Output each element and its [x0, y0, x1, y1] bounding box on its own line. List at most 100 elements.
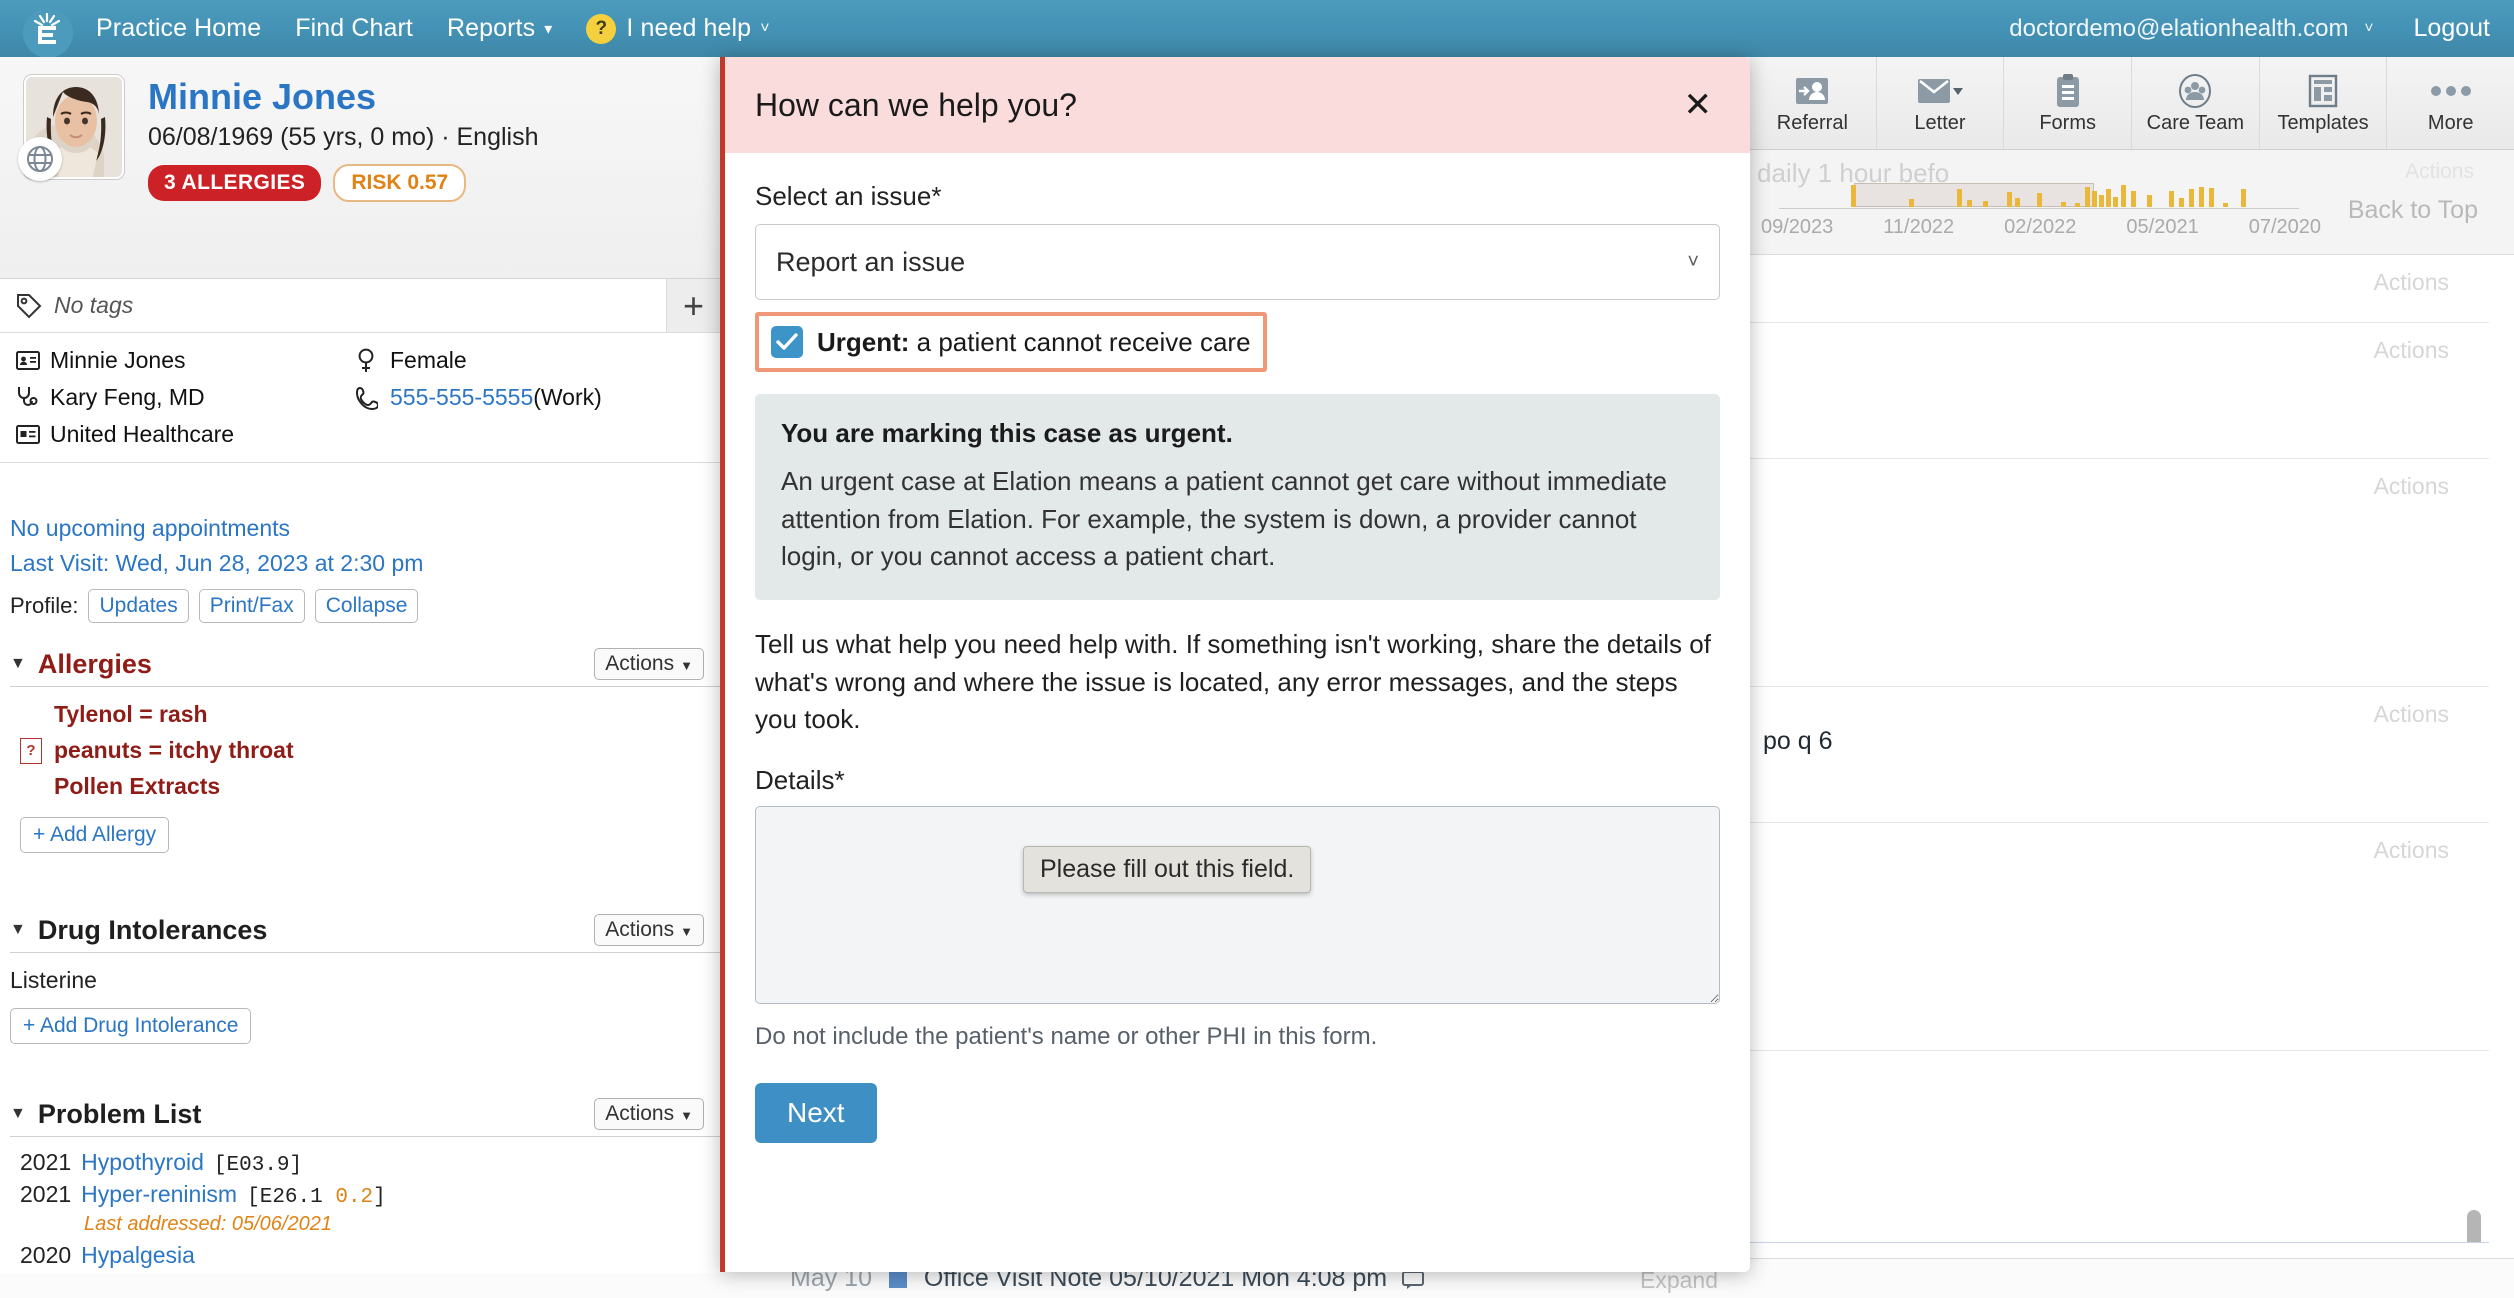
urgent-notice-text: An urgent case at Elation means a patien…: [781, 463, 1694, 576]
urgent-checkbox-row[interactable]: Urgent: a patient cannot receive care: [755, 312, 1267, 372]
timeline-tick: 05/2021: [2126, 216, 2198, 239]
caret-down-icon: ▼: [680, 1108, 693, 1123]
add-drug-intolerance-button[interactable]: + Add Drug Intolerance: [10, 1008, 251, 1044]
row-actions-label[interactable]: Actions: [2374, 837, 2449, 864]
help-modal: How can we help you? ✕ Select an issue* …: [720, 57, 1750, 1272]
problem-name[interactable]: Hypalgesia: [81, 1242, 195, 1269]
demographic-value: Female: [390, 347, 467, 374]
chart-note-row[interactable]: Actions: [1749, 323, 2489, 459]
drug-intolerances-list: Listerine + Add Drug Intolerance: [10, 953, 720, 1044]
demographics-row: Kary Feng, MD 555-555-5555 (Work): [16, 384, 720, 411]
question-mark-icon: ?: [586, 14, 616, 44]
toolbar-item-templates[interactable]: Templates: [2259, 57, 2387, 149]
nav-link-practice-home[interactable]: Practice Home: [96, 14, 261, 43]
drug-intolerances-actions-button[interactable]: Actions▼: [594, 914, 704, 946]
logout-link[interactable]: Logout: [2414, 14, 2490, 43]
caret-down-icon: ▼: [680, 924, 693, 939]
toolbar-item-more[interactable]: More: [2386, 57, 2514, 149]
patient-info: Minnie Jones 06/08/1969 (55 yrs, 0 mo) ·…: [148, 75, 538, 278]
account-menu[interactable]: doctordemo@elationhealth.com ˅: [2009, 15, 2373, 43]
demographics-row: United Healthcare: [16, 421, 720, 448]
demographic-phone-link[interactable]: 555-555-5555: [390, 384, 533, 411]
no-upcoming-appointments[interactable]: No upcoming appointments: [10, 515, 720, 542]
row-actions-label[interactable]: Actions: [2374, 337, 2449, 364]
chevron-down-icon: ˅: [760, 20, 769, 38]
drug-intolerance-item[interactable]: Listerine: [10, 967, 720, 994]
drug-intolerances-header: ▼ Drug Intolerances Actions▼: [10, 914, 720, 953]
help-modal-header: How can we help you? ✕: [725, 57, 1750, 153]
chart-note-row[interactable]: Actions: [1749, 459, 2489, 687]
toolbar-item-care-team[interactable]: Care Team: [2131, 57, 2259, 149]
problem-row[interactable]: 2021 Hyper-reninism [E26.1 0.2]: [20, 1181, 720, 1209]
problem-list-actions-button[interactable]: Actions▼: [594, 1098, 704, 1130]
profile-printfax-button[interactable]: Print/Fax: [199, 589, 305, 623]
toolbar-item-letter[interactable]: Letter: [1876, 57, 2004, 149]
problem-row[interactable]: 2021 Hypothyroid [E03.9]: [20, 1149, 720, 1177]
application-root: Referral Letter Forms Care Team Template…: [0, 0, 2514, 1298]
allergies-actions-button[interactable]: Actions▼: [594, 648, 704, 680]
faint-actions-label: Actions: [2405, 160, 2474, 184]
details-input[interactable]: [755, 806, 1720, 1004]
allergy-item[interactable]: ? peanuts = itchy throat: [20, 737, 720, 764]
allergy-item[interactable]: Pollen Extracts: [20, 773, 720, 800]
risk-badge[interactable]: RISK 0.57: [333, 164, 466, 202]
chevron-down-icon[interactable]: ▼: [10, 1105, 26, 1123]
allergies-badge[interactable]: 3 ALLERGIES: [148, 165, 321, 201]
urgent-checkbox[interactable]: [771, 326, 803, 358]
add-tag-button[interactable]: +: [666, 279, 720, 332]
patient-badges: 3 ALLERGIES RISK 0.57: [148, 164, 538, 202]
row-actions-label[interactable]: Actions: [2374, 269, 2449, 296]
nav-link-i-need-help[interactable]: ? I need help ˅: [586, 14, 769, 44]
allergy-item[interactable]: Tylenol = rash: [20, 701, 720, 728]
patient-name[interactable]: Minnie Jones: [148, 77, 538, 117]
nav-link-find-chart[interactable]: Find Chart: [295, 14, 413, 43]
insurance-card-icon: [16, 425, 50, 444]
stethoscope-icon: [16, 385, 50, 411]
toolbar-item-forms[interactable]: Forms: [2003, 57, 2131, 149]
issue-select-value: Report an issue: [776, 247, 965, 278]
issue-select[interactable]: Report an issue ˅: [755, 224, 1720, 300]
close-icon[interactable]: ✕: [1676, 82, 1721, 128]
problem-name[interactable]: Hypothyroid: [81, 1149, 204, 1176]
chevron-down-icon[interactable]: ▼: [10, 921, 26, 939]
help-instructions-text: Tell us what help you need help with. If…: [755, 626, 1720, 739]
brand-logo[interactable]: [0, 4, 96, 54]
no-tags-label: No tags: [54, 292, 133, 319]
next-button[interactable]: Next: [755, 1083, 877, 1143]
avatar-container: [24, 75, 132, 187]
chart-note-row[interactable]: Actions po q 6: [1749, 687, 2489, 823]
demographic-value: Kary Feng, MD: [50, 384, 205, 411]
profile-updates-button[interactable]: Updates: [88, 589, 188, 623]
toolbar-item-label: Referral: [1777, 112, 1848, 135]
allergies-list: Tylenol = rash ? peanuts = itchy throat …: [10, 687, 720, 853]
nav-link-reports[interactable]: Reports▾: [447, 14, 552, 43]
add-allergy-button[interactable]: + Add Allergy: [20, 817, 169, 853]
account-email-label: doctordemo@elationhealth.com: [2009, 15, 2348, 42]
allergy-text: peanuts = itchy throat: [54, 737, 294, 764]
problem-last-addressed: Last addressed: 05/06/2021: [84, 1213, 720, 1236]
problem-row[interactable]: 2020 Hypalgesia: [20, 1242, 720, 1269]
timeline-tick-labels: 09/2023 11/2022 02/2022 05/2021 07/2020: [1761, 216, 2321, 239]
urgent-notice-box: You are marking this case as urgent. An …: [755, 394, 1720, 600]
urgent-label-rest: a patient cannot receive care: [909, 327, 1250, 357]
profile-label: Profile:: [10, 593, 78, 619]
last-visit[interactable]: Last Visit: Wed, Jun 28, 2023 at 2:30 pm: [10, 550, 720, 577]
tag-icon: [16, 293, 42, 319]
toolbar-item-referral[interactable]: Referral: [1749, 57, 1876, 149]
urgent-label-bold: Urgent:: [817, 327, 909, 357]
allergies-actions-label: Actions: [605, 652, 674, 675]
back-to-top-link[interactable]: Back to Top: [2348, 196, 2478, 225]
chart-note-row[interactable]: Actions: [1749, 823, 2489, 1051]
patient-header: Minnie Jones 06/08/1969 (55 yrs, 0 mo) ·…: [0, 57, 720, 279]
toolbar-item-label: Forms: [2039, 112, 2096, 135]
chart-note-row[interactable]: Actions: [1749, 255, 2489, 323]
allergy-text: Tylenol = rash: [54, 701, 208, 728]
problem-name[interactable]: Hyper-reninism: [81, 1181, 237, 1208]
allergies-header: ▼ Allergies Actions▼: [10, 648, 720, 687]
profile-collapse-button[interactable]: Collapse: [315, 589, 419, 623]
section-drug-intolerances: ▼ Drug Intolerances Actions▼ Listerine +…: [0, 914, 720, 1044]
row-actions-label[interactable]: Actions: [2374, 701, 2449, 728]
nav-right-group: doctordemo@elationhealth.com ˅ Logout: [2009, 14, 2514, 43]
chevron-down-icon[interactable]: ▼: [10, 655, 26, 673]
row-actions-label[interactable]: Actions: [2374, 473, 2449, 500]
